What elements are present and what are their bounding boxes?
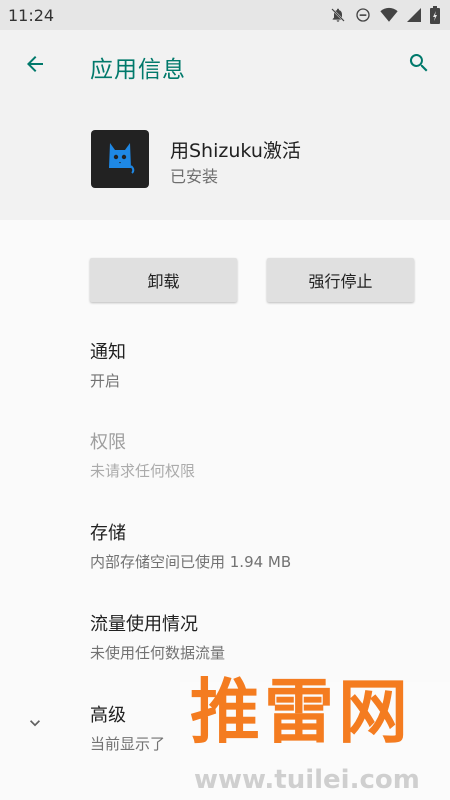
app-bar: 应用信息: [0, 30, 450, 100]
status-bar: 11:24: [0, 0, 450, 30]
pref-summary: 开启: [90, 372, 121, 390]
pref-storage[interactable]: 存储 内部存储空间已使用 1.94 MB: [90, 519, 291, 572]
pref-title: 高级: [90, 705, 126, 726]
status-time: 11:24: [8, 5, 55, 25]
chevron-down-icon[interactable]: [24, 712, 46, 734]
signal-icon: [407, 8, 421, 22]
watermark: 推雷网 www.tuilei.com: [180, 674, 450, 800]
app-icon: [91, 130, 149, 188]
notifications-off-icon: [330, 7, 346, 23]
pref-summary: 当前显示了: [90, 735, 166, 753]
app-header: 用Shizuku激活 已安装: [0, 100, 450, 220]
cat-icon: [105, 140, 135, 178]
wifi-icon: [380, 7, 398, 23]
pref-summary: 内部存储空间已使用 1.94 MB: [90, 553, 292, 571]
pref-title: 流量使用情况: [90, 614, 198, 635]
watermark-title: 推雷网: [190, 671, 412, 753]
pref-title: 通知: [90, 342, 126, 363]
pref-permissions: 权限 未请求任何权限: [90, 428, 195, 481]
pref-advanced[interactable]: 高级 当前显示了: [90, 701, 165, 754]
battery-icon: [430, 6, 440, 24]
force-stop-button[interactable]: 强行停止: [267, 258, 414, 302]
page-title: 应用信息: [90, 57, 186, 83]
pref-summary: 未请求任何权限: [90, 462, 196, 480]
app-name: 用Shizuku激活: [170, 140, 301, 162]
uninstall-button[interactable]: 卸载: [90, 258, 237, 302]
back-button[interactable]: [18, 50, 52, 82]
search-icon: [407, 51, 431, 79]
pref-title: 权限: [90, 432, 126, 453]
search-button[interactable]: [404, 50, 434, 80]
do-not-disturb-icon: [355, 7, 371, 23]
pref-summary: 未使用任何数据流量: [90, 644, 226, 662]
pref-title: 存储: [90, 523, 126, 544]
app-install-status: 已安装: [170, 167, 219, 186]
status-icons: [330, 6, 440, 24]
pref-notifications[interactable]: 通知 开启: [90, 338, 126, 391]
arrow-back-icon: [23, 52, 47, 80]
pref-data-usage[interactable]: 流量使用情况 未使用任何数据流量: [90, 610, 225, 663]
watermark-url: www.tuilei.com: [194, 765, 420, 795]
